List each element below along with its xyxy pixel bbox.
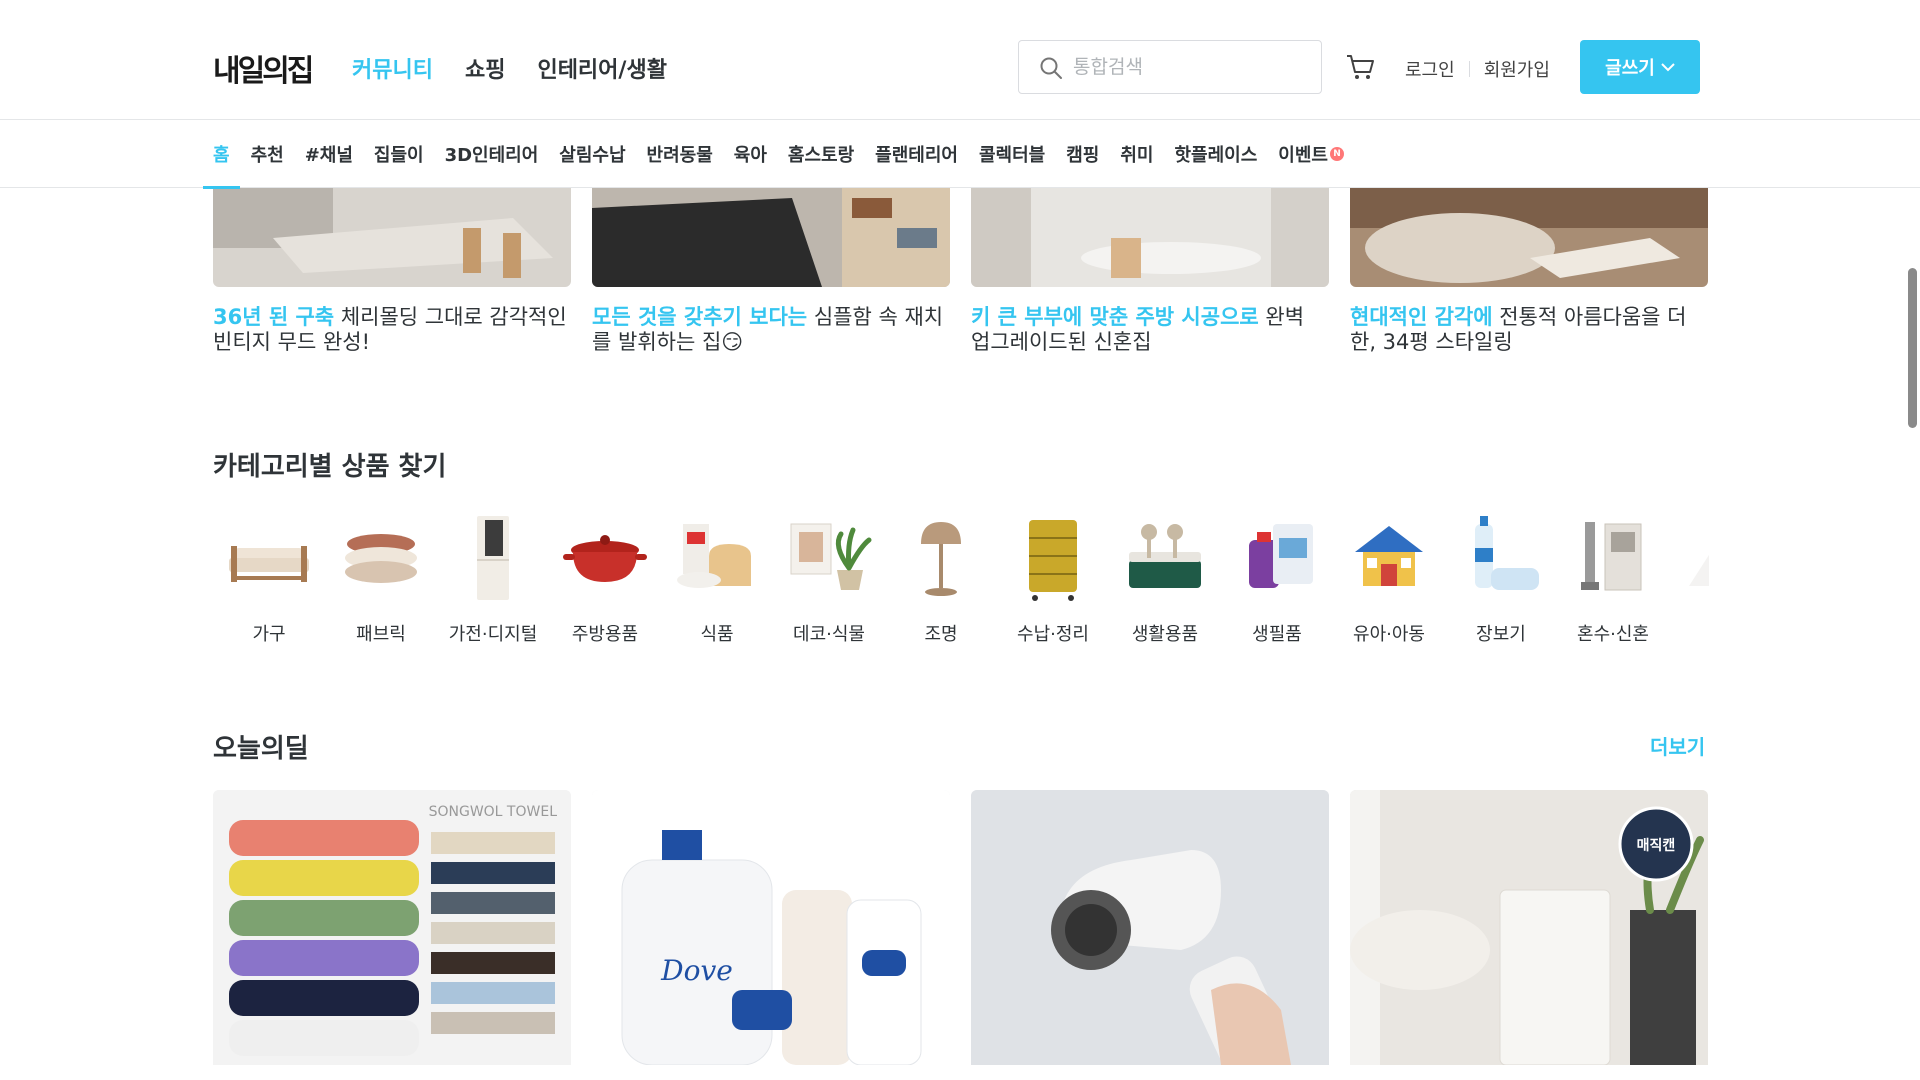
category-furniture[interactable]: 가구 [213,510,325,650]
deal-brand: Dove [660,954,733,987]
signup-link[interactable]: 회원가입 [1484,56,1550,82]
category-kids[interactable]: 유아·아동 [1333,510,1445,650]
story-title: 모든 것을 갖추기 보다는 심플함 속 재치를 발휘하는 집😏 [592,305,944,354]
categories-title: 카테고리별 상품 찾기 [213,452,447,482]
pillow-icon [345,534,417,583]
sofa-icon [229,546,309,582]
subnav-parenting[interactable]: 육아 [724,120,777,188]
vacuum-icon [1581,522,1642,591]
deal-brand: 매직캔 [1637,837,1676,854]
deal-brand: SONGWOL TOWEL [429,804,558,820]
subnav-hotplace[interactable]: 핫플레이스 [1164,120,1267,188]
hair-dryer-product-image [971,790,1329,1065]
detergent-icon [1249,524,1313,588]
subnav-channel[interactable]: #채널 [295,120,363,188]
subnav-home[interactable]: 홈 [203,120,240,189]
nav-interior-life[interactable]: 인테리어/생활 [537,52,666,84]
deal-card[interactable]: 매직캔 [1350,790,1708,1065]
story-image [1350,188,1708,287]
write-button-label: 글쓰기 [1605,58,1655,79]
today-deal-title: 오늘의딜 [213,734,309,764]
subnav-pets[interactable]: 반려동물 [637,120,723,188]
category-list: 가구 패브릭 가전·디지털 주방용품 식품 데코·식물 조명 수납·정리 생활용… [213,510,1709,650]
category-storage[interactable]: 수납·정리 [997,510,1109,650]
pot-icon [563,535,647,582]
subnav-3d-interior[interactable]: 3D인테리어 [435,120,549,188]
nav-shopping[interactable]: 쇼핑 [465,52,505,84]
story-card[interactable]: 36년 된 구축 체리몰딩 그대로 감각적인 빈티지 무드 완성! [213,188,571,355]
category-camping[interactable]: 캠핑 [1669,510,1709,650]
story-title: 키 큰 부부에 맞춘 주방 시공으로 완벽 업그레이드된 신혼집 [971,305,1305,354]
dove-product-image: Dove [592,790,950,1065]
story-card[interactable]: 모든 것을 갖추기 보다는 심플함 속 재치를 발휘하는 집😏 [592,188,950,355]
story-card[interactable]: 키 큰 부부에 맞춘 주방 시공으로 완벽 업그레이드된 신혼집 [971,188,1329,355]
category-household[interactable]: 생활용품 [1109,510,1221,650]
deal-card[interactable]: Dove [592,790,950,1065]
top-header: 내일의집 커뮤니티 쇼핑 인테리어/생활 로그인 회원가입 글쓰기 [0,0,1920,120]
auth-divider [1468,61,1470,77]
deal-card[interactable] [971,790,1329,1065]
story-image [592,188,950,287]
category-groceries[interactable]: 장보기 [1445,510,1557,650]
category-fabric[interactable]: 패브릭 [325,510,437,650]
subnav-event-label: 이벤트 [1278,145,1328,166]
tent-icon [1689,554,1709,586]
auth-links: 로그인 회원가입 [1405,56,1550,82]
plant-icon [790,523,872,590]
category-deco-plants[interactable]: 데코·식물 [773,510,885,650]
category-appliances[interactable]: 가전·디지털 [437,510,549,650]
subnav-planterior[interactable]: 플랜테리어 [865,120,968,188]
search-box[interactable] [1018,40,1322,94]
deal-card[interactable]: SONGWOL TOWEL [213,790,571,1065]
subnav-housewarming[interactable]: 집들이 [364,120,434,188]
new-badge: N [1329,147,1344,161]
nav-community[interactable]: 커뮤니티 [352,52,433,84]
lamp-icon [921,522,961,596]
story-list: 36년 된 구축 체리몰딩 그대로 감각적인 빈티지 무드 완성! 모든 것을 … [213,188,1709,355]
category-essentials[interactable]: 생필품 [1221,510,1333,650]
playhouse-icon [1355,526,1423,586]
more-link[interactable]: 더보기 [1650,731,1705,760]
subnav-event[interactable]: 이벤트 N [1268,120,1354,188]
sub-nav: 홈 추천 #채널 집들이 3D인테리어 살림수납 반려동물 육아 홈스토랑 플랜… [0,120,1920,189]
story-title: 36년 된 구축 체리몰딩 그대로 감각적인 빈티지 무드 완성! [213,305,567,354]
category-kitchen[interactable]: 주방용품 [549,510,661,650]
subnav-recommend[interactable]: 추천 [241,120,294,188]
category-wedding[interactable]: 혼수·신혼 [1557,510,1669,650]
bread-icon [677,524,751,588]
main-nav: 커뮤니티 쇼핑 인테리어/생활 [352,52,667,84]
write-button[interactable]: 글쓰기 [1580,40,1700,94]
cart-icon[interactable] [1345,51,1377,83]
login-link[interactable]: 로그인 [1405,56,1455,82]
towel-rack-icon [1129,524,1201,588]
subnav-hobby[interactable]: 취미 [1110,120,1163,188]
towel-product-image: SONGWOL TOWEL [213,790,571,1065]
story-image [213,188,571,287]
subnav-home-restaurant[interactable]: 홈스토랑 [778,120,864,188]
search-icon [1040,57,1062,79]
search-input[interactable] [1073,51,1309,83]
subnav-camping[interactable]: 캠핑 [1056,120,1109,188]
story-title: 현대적인 감각에 전통적 아름다움을 더한, 34평 스타일링 [1350,305,1687,354]
chevron-down-icon [1661,63,1675,72]
category-food[interactable]: 식품 [661,510,773,650]
story-image [971,188,1329,287]
page-scrollbar[interactable] [1908,268,1917,428]
fridge-icon [477,516,509,600]
drawer-icon [1029,520,1077,601]
trash-can-product-image: 매직캔 [1350,790,1708,1065]
subnav-collectibles[interactable]: 콜렉터블 [969,120,1055,188]
water-bottle-icon [1475,516,1539,590]
logo[interactable]: 내일의집 [213,46,314,90]
category-lighting[interactable]: 조명 [885,510,997,650]
story-card[interactable]: 현대적인 감각에 전통적 아름다움을 더한, 34평 스타일링 [1350,188,1708,355]
subnav-storage[interactable]: 살림수납 [549,120,635,188]
deal-list: SONGWOL TOWEL Dove 매직캔 [213,790,1708,1065]
